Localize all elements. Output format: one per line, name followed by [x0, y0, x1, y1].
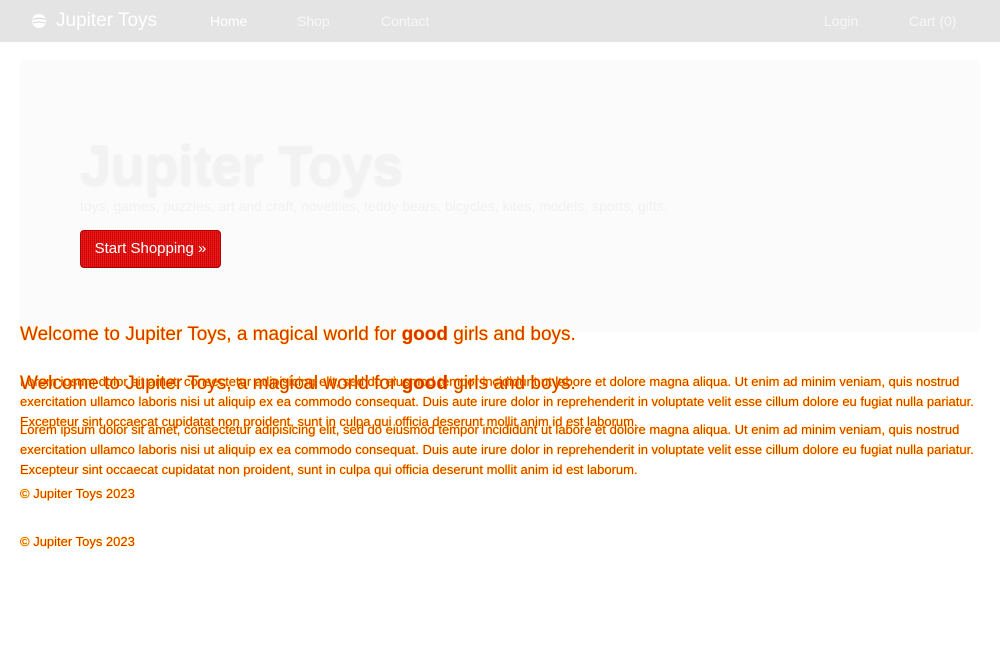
cart-link[interactable]: Cart (0)	[909, 0, 956, 42]
login-link[interactable]: Login	[824, 0, 858, 42]
copyright-text-duplicate: © Jupiter Toys 2023	[20, 534, 135, 549]
welcome-text-start: Welcome to Jupiter Toys, a magical world…	[20, 324, 402, 345]
navbar: Jupiter Toys Home Shop Contact Login Car…	[0, 0, 1000, 42]
nav-home-link[interactable]: Home	[210, 0, 247, 42]
welcome-emphasis: good	[401, 324, 448, 345]
hero-title: Jupiter Toys	[80, 133, 403, 196]
nav-contact-link[interactable]: Contact	[381, 0, 429, 42]
welcome-text-start: Welcome to Jupiter Toys, a magical world…	[20, 373, 402, 394]
welcome-emphasis: good	[401, 373, 448, 394]
hero-tagline: toys, games, puzzles, art and craft, nov…	[80, 198, 668, 214]
intro-paragraph-duplicate: Lorem ipsum dolor sit amet, consectetur …	[20, 422, 974, 477]
welcome-text-end: girls and boys.	[448, 324, 576, 345]
welcome-heading-duplicate: Welcome to Jupiter Toys, a magical world…	[20, 373, 576, 395]
welcome-text-end: girls and boys.	[448, 373, 576, 394]
brand-link[interactable]: Jupiter Toys	[30, 0, 157, 42]
planet-icon	[32, 14, 46, 28]
welcome-heading: Welcome to Jupiter Toys, a magical world…	[20, 324, 576, 346]
brand-name: Jupiter Toys	[56, 10, 158, 31]
copyright-text: © Jupiter Toys 2023	[20, 486, 135, 501]
hero-banner: Jupiter Toys toys, games, puzzles, art a…	[20, 60, 980, 332]
nav-shop-link[interactable]: Shop	[297, 0, 330, 42]
start-shopping-button[interactable]: Start Shopping »	[80, 230, 221, 268]
